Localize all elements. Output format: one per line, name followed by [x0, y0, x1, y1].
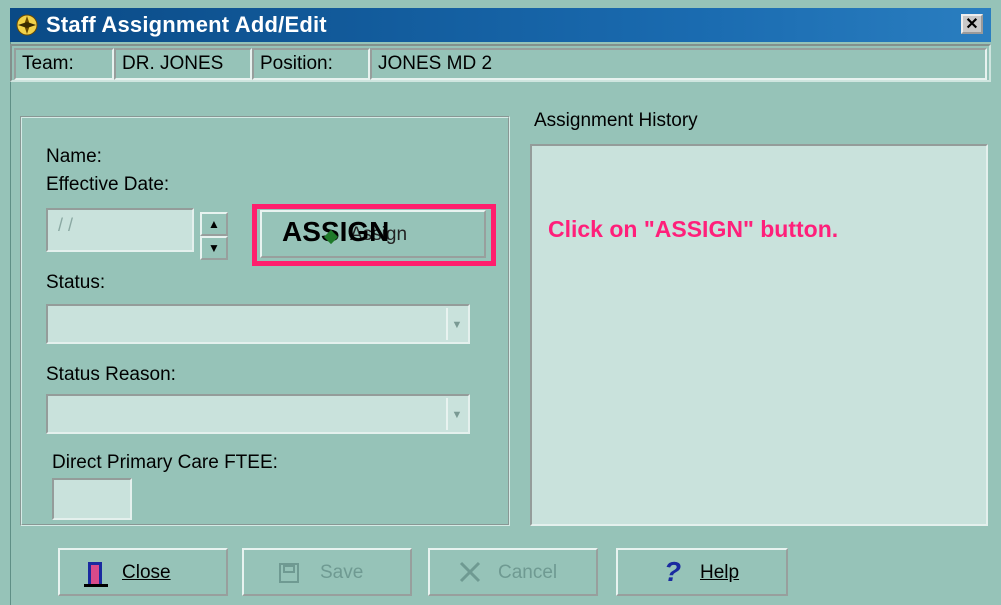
- instruction-text: Click on "ASSIGN" button.: [548, 216, 839, 242]
- chevron-down-icon[interactable]: ▼: [446, 398, 466, 430]
- staff-assignment-window: Staff Assignment Add/Edit ✕ Team: DR. JO…: [0, 0, 1001, 605]
- date-spinner[interactable]: ▲ ▼: [200, 212, 228, 260]
- status-reason-label: Status Reason:: [46, 364, 176, 385]
- status-reason-dropdown[interactable]: ▼: [46, 394, 470, 434]
- help-button-label: Help: [700, 562, 740, 583]
- title-bar: Staff Assignment Add/Edit ✕: [10, 8, 991, 42]
- effective-date-input[interactable]: / /: [46, 208, 194, 252]
- save-button-label: Save: [320, 562, 364, 583]
- chevron-down-icon[interactable]: ▼: [446, 308, 466, 340]
- team-value: DR. JONES: [114, 48, 252, 80]
- app-logo-icon: [16, 14, 38, 36]
- close-window-button[interactable]: ✕: [961, 14, 983, 34]
- ftee-label: Direct Primary Care FTEE:: [52, 452, 278, 473]
- ftee-input[interactable]: [52, 478, 132, 520]
- assign-button[interactable]: Assign ASSIGN: [260, 210, 486, 258]
- position-value: JONES MD 2: [370, 48, 987, 80]
- window-left-edge: [0, 40, 11, 605]
- position-label: Position:: [252, 48, 370, 80]
- name-label: Name:: [46, 146, 102, 167]
- assign-overlay-text: ASSIGN: [282, 216, 390, 247]
- cancel-button[interactable]: Cancel: [428, 548, 598, 596]
- status-label: Status:: [46, 272, 106, 293]
- save-button[interactable]: Save: [242, 548, 412, 596]
- close-button-label: Close: [122, 562, 171, 583]
- team-position-bar: Team: DR. JONES Position: JONES MD 2: [10, 44, 991, 82]
- door-exit-icon: [84, 562, 108, 587]
- close-button[interactable]: Close: [58, 548, 228, 596]
- status-dropdown[interactable]: ▼: [46, 304, 470, 344]
- spin-up-button[interactable]: ▲: [200, 212, 228, 236]
- close-icon: ✕: [965, 16, 979, 33]
- cancel-button-label: Cancel: [498, 562, 558, 583]
- spin-down-button[interactable]: ▼: [200, 236, 228, 260]
- assignment-history-label: Assignment History: [534, 110, 698, 131]
- help-button[interactable]: ? Help: [616, 548, 788, 596]
- assignment-history-list[interactable]: Click on "ASSIGN" button.: [530, 144, 988, 526]
- floppy-disk-icon: [279, 563, 299, 583]
- cancel-x-icon: [459, 561, 481, 583]
- effective-date-label: Effective Date:: [46, 174, 170, 195]
- help-question-icon: ?: [664, 556, 682, 587]
- window-title: Staff Assignment Add/Edit: [46, 12, 327, 37]
- team-label: Team:: [14, 48, 114, 80]
